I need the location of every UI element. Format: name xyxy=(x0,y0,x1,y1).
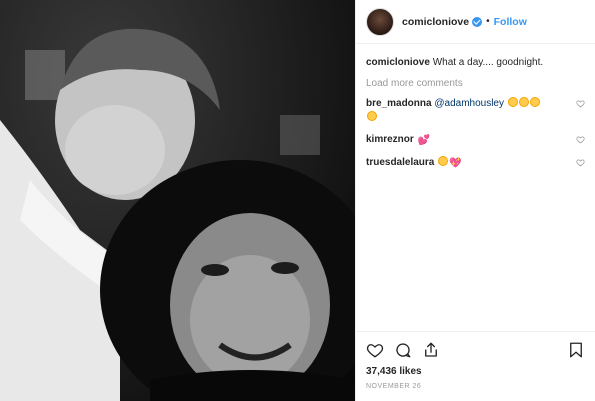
profile-avatar[interactable] xyxy=(366,7,394,36)
action-bar xyxy=(366,340,585,360)
comment-item: truesdalelaura 💖 xyxy=(366,156,585,171)
follow-button[interactable]: Follow xyxy=(494,16,527,28)
header-username[interactable]: comicloniove xyxy=(402,16,469,28)
crying-face-emoji xyxy=(367,111,377,121)
bookmark-icon[interactable] xyxy=(567,341,585,359)
likes-count[interactable]: 37,436 likes xyxy=(366,366,585,377)
comment-icon[interactable] xyxy=(394,341,412,359)
share-icon[interactable] xyxy=(422,341,440,359)
heart-icon[interactable] xyxy=(576,135,585,144)
caption-username[interactable]: comicloniove xyxy=(366,57,430,68)
photo-illustration xyxy=(0,28,355,401)
caption-text: What a day.... goodnight. xyxy=(432,57,544,68)
load-more-comments-button[interactable]: Load more comments xyxy=(366,78,585,89)
comment-username[interactable]: truesdalelaura xyxy=(366,157,434,168)
header-separator: • xyxy=(486,16,490,27)
comment-username[interactable]: kimreznor xyxy=(366,134,414,145)
crying-face-emoji xyxy=(529,97,540,107)
post-photo[interactable] xyxy=(0,0,355,401)
post-date: NOVEMBER 26 xyxy=(366,383,422,390)
like-heart-icon[interactable] xyxy=(366,341,384,359)
comment-mention[interactable]: @adamhousley xyxy=(434,98,504,109)
comment-item: bre_madonna @adamhousley xyxy=(366,97,585,125)
comment-username[interactable]: bre_madonna xyxy=(366,98,432,109)
post-caption: comicloniove What a day.... goodnight. xyxy=(366,56,585,70)
heart-icon[interactable] xyxy=(576,158,585,167)
post-header: comicloniove • Follow xyxy=(356,0,595,44)
comments-section: comicloniove What a day.... goodnight. L… xyxy=(356,44,595,331)
crying-face-emoji xyxy=(507,97,518,107)
comment-item: kimreznor 💕 xyxy=(366,133,585,148)
post-footer: 37,436 likes NOVEMBER 26 xyxy=(356,331,595,401)
verified-badge-icon xyxy=(472,16,483,27)
post-sidebar: comicloniove • Follow comicloniove What … xyxy=(355,0,595,401)
heart-eyes-face-emoji xyxy=(438,156,449,166)
heart-icon[interactable] xyxy=(576,99,585,108)
sparkling-heart-emoji: 💖 xyxy=(449,158,462,169)
crying-face-emoji xyxy=(518,97,529,107)
instagram-post: comicloniove • Follow comicloniove What … xyxy=(0,0,595,401)
sparkling-heart-emoji: 💕 xyxy=(417,135,431,146)
